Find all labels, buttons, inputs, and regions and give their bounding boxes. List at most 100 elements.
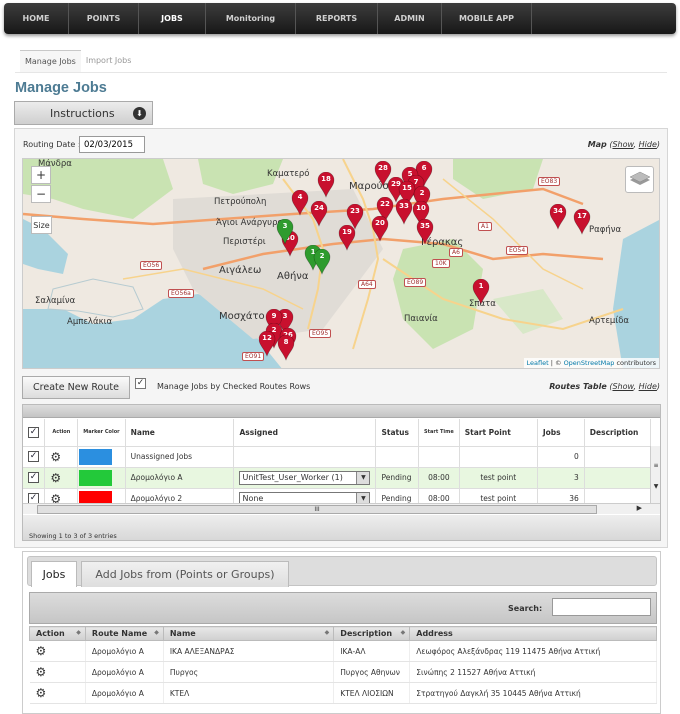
route-status: Pending (375, 467, 420, 489)
select-all-checkbox[interactable]: ✓ (28, 426, 39, 438)
map-marker[interactable]: 4 (291, 190, 309, 216)
place-label: Αμπελάκια (67, 317, 113, 327)
table-row[interactable]: ⚙ Δρομολόγιο Α ΚΤΕΛ ΚΤΕΛ ΛΙΟΣΙΩΝ Στρατηγ… (29, 682, 657, 704)
column-header[interactable]: Description (584, 419, 652, 447)
column-header[interactable]: Jobs (537, 419, 585, 447)
horizontal-scrollbar[interactable]: III ▶ (23, 503, 660, 514)
map-marker-label: 8 (283, 338, 289, 346)
attribution-tail: contributors (614, 359, 656, 367)
routes-header-row: ✓ Action Marker Color Name Assigned Stat… (23, 419, 652, 447)
row-checkbox[interactable]: ✓ (28, 451, 39, 462)
marker-color-swatch[interactable] (79, 448, 113, 465)
chevron-down-icon: ▼ (356, 471, 370, 484)
sort-icon: ◆ (154, 629, 159, 636)
osm-link[interactable]: OpenStreetMap (564, 359, 615, 367)
search-input[interactable] (552, 598, 651, 616)
jobs-header-row: Action ◆ Route Name ◆ Name ◆ Description ◆ A… (29, 626, 657, 641)
column-header[interactable]: Start Time (418, 419, 460, 447)
scroll-grip-icon: ≡ (653, 462, 659, 469)
gear-icon[interactable]: ⚙ (36, 665, 47, 679)
routing-date-input[interactable] (79, 136, 145, 153)
vertical-scrollbar[interactable]: ≡ ▼ (650, 446, 660, 503)
column-header[interactable]: Assigned (233, 419, 377, 447)
map-marker[interactable]: 35 (416, 219, 434, 245)
column-header[interactable]: Status (375, 419, 420, 447)
route-description (584, 467, 652, 489)
tab-add-jobs[interactable]: Add Jobs from (Points or Groups) (81, 561, 289, 587)
column-header[interactable]: Action ◆ (29, 626, 86, 641)
table-row[interactable]: ⚙ Δρομολόγιο Α ΙΚΑ ΑΛΕΞΑΝΔΡΑΣ ΙΚΑ-ΑΛ Λεω… (29, 640, 657, 662)
map-marker-label: 18 (321, 175, 331, 183)
map-marker-label: 9 (271, 312, 277, 320)
assigned-select[interactable]: UnitTest_User_Worker (1) ▼ (239, 470, 371, 485)
nav-points[interactable]: POINTS (69, 3, 139, 34)
column-header[interactable]: Description ◆ (333, 626, 411, 641)
nav-jobs[interactable]: JOBS (139, 3, 206, 34)
gear-icon[interactable]: ⚙ (36, 644, 47, 658)
assigned-select-value: UnitTest_User_Worker (1) (242, 472, 343, 482)
nav-admin[interactable]: ADMIN (378, 3, 442, 34)
subtab-manage-jobs[interactable]: Manage Jobs (20, 50, 81, 72)
scroll-right-icon[interactable]: ▶ (637, 504, 642, 512)
instructions-button[interactable]: Instructions ⬇ (14, 101, 153, 125)
nav-monitoring[interactable]: Monitoring (206, 3, 296, 34)
map-marker-label: 2 (319, 252, 325, 260)
map-marker[interactable]: 19 (338, 225, 356, 251)
top-navbar: HOME POINTS JOBS Monitoring REPORTS ADMI… (4, 3, 676, 34)
leaflet-link[interactable]: Leaflet (527, 359, 549, 367)
table-row[interactable]: ✓ ⚙ Δρομολόγιο Α UnitTest_User_Worker (1… (23, 467, 652, 489)
column-header[interactable]: Route Name ◆ (84, 626, 164, 641)
map-marker[interactable]: 34 (549, 204, 567, 230)
create-new-route-button[interactable]: Create New Route (22, 376, 130, 399)
row-checkbox[interactable]: ✓ (28, 472, 39, 483)
job-address: Λεωφόρος Αλεξάνδρας 119 11475 Αθήνα Αττι… (409, 640, 657, 662)
row-select-cell: ✓ (23, 446, 46, 468)
zoom-in-button[interactable]: + (31, 166, 51, 184)
road-shield-label: EO56 (140, 261, 163, 270)
map-marker-label: 34 (553, 207, 563, 215)
map-marker[interactable]: 20 (371, 216, 389, 242)
map-marker[interactable]: 3 (276, 219, 294, 245)
column-header-label: Route Name (91, 629, 148, 638)
route-jobs: 0 (537, 446, 585, 468)
subtab-import-jobs[interactable]: Import Jobs (81, 50, 137, 72)
map-marker[interactable]: 17 (573, 209, 591, 235)
map-marker-label: 35 (420, 222, 430, 230)
column-header[interactable]: Start Point (459, 419, 538, 447)
nav-home[interactable]: HOME (4, 3, 69, 34)
map-marker[interactable]: 33 (395, 199, 413, 225)
jobs-search-bar: Search: (29, 592, 657, 624)
map-marker[interactable]: 8 (277, 335, 295, 361)
map-show-link[interactable]: Show (612, 140, 633, 149)
layers-icon[interactable] (625, 166, 654, 193)
routes-table-toggle: Routes Table (Show, Hide) (549, 382, 660, 391)
manage-jobs-checkbox[interactable]: ✓ (135, 378, 146, 389)
map-marker[interactable]: 24 (310, 201, 328, 227)
map-view[interactable]: Μάνδρα Καματερό Πετρούπολη Άγιοι Ανάργυρ… (22, 158, 660, 369)
column-header[interactable]: Name ◆ (162, 626, 335, 641)
routes-hide-link[interactable]: Hide (639, 382, 657, 391)
routes-show-link[interactable]: Show (612, 382, 633, 391)
nav-mobile-app[interactable]: MOBILE APP (442, 3, 532, 34)
size-button[interactable]: Size (31, 216, 52, 234)
gear-icon[interactable]: ⚙ (50, 450, 61, 464)
gear-icon[interactable]: ⚙ (36, 686, 47, 700)
gear-icon[interactable]: ⚙ (50, 471, 61, 485)
map-hide-link[interactable]: Hide (639, 140, 657, 149)
nav-reports[interactable]: REPORTS (296, 3, 378, 34)
scroll-thumb[interactable]: III (37, 505, 597, 514)
map-marker[interactable]: 1 (472, 279, 490, 305)
tab-jobs[interactable]: Jobs (31, 561, 77, 587)
sort-icon: ◆ (400, 629, 406, 636)
job-name: ΚΤΕΛ (163, 682, 335, 704)
map-marker[interactable]: 2 (313, 249, 331, 275)
table-row[interactable]: ✓ ⚙ Unassigned Jobs 0 (23, 446, 652, 468)
scroll-down-icon[interactable]: ▼ (651, 483, 660, 490)
jobs-table: Action ◆ Route Name ◆ Name ◆ Description ◆ A… (29, 626, 657, 704)
map-marker[interactable]: 18 (317, 172, 335, 198)
column-header[interactable]: Address (409, 626, 657, 641)
marker-color-swatch[interactable] (79, 469, 113, 486)
table-row[interactable]: ⚙ Δρομολόγιο Α Πυργος Πυργος Αθηνων Σινώ… (29, 661, 657, 683)
column-header[interactable]: Name (125, 419, 235, 447)
zoom-out-button[interactable]: − (31, 185, 51, 203)
